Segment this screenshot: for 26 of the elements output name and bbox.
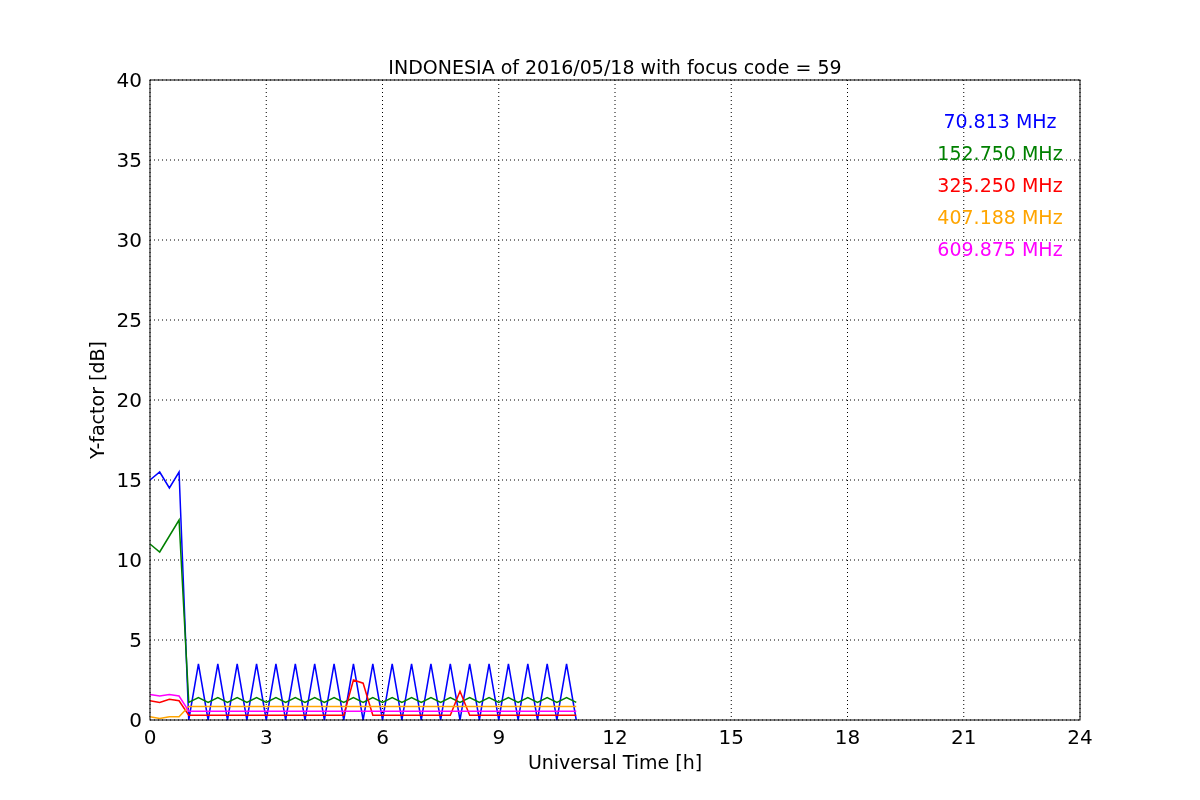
x-tick-label: 21 [951,725,977,749]
x-tick-label: 9 [492,725,506,749]
x-tick-label: 12 [602,725,628,749]
x-tick-label: 24 [1067,725,1093,749]
y-tick-label: 35 [116,148,142,172]
y-tick-label: 15 [116,468,142,492]
y-tick-label: 20 [116,388,142,412]
legend-label: 407.188 MHz [937,206,1063,228]
y-tick-label: 5 [129,628,142,652]
x-tick-label: 3 [259,725,273,749]
chart-title: INDONESIA of 2016/05/18 with focus code = 59 [388,56,842,78]
y-tick-label: 0 [129,708,142,732]
x-tick-label: 18 [834,725,861,749]
y-tick-label: 25 [116,308,142,332]
legend-label: 70.813 MHz [943,110,1057,132]
x-tick-label: 15 [718,725,744,749]
y-tick-label: 10 [116,548,142,572]
y-axis-label: Y-factor [dB] [86,341,108,459]
x-axis-label: Universal Time [h] [527,751,703,773]
x-tick-label: 6 [376,725,389,749]
y-tick-label: 30 [116,228,142,252]
x-tick-label: 0 [143,725,157,749]
legend-label: 325.250 MHz [937,174,1063,196]
legend-label: 152.750 MHz [937,142,1063,164]
legend-label: 609.875 MHz [937,238,1063,260]
y-tick-label: 40 [116,68,142,92]
